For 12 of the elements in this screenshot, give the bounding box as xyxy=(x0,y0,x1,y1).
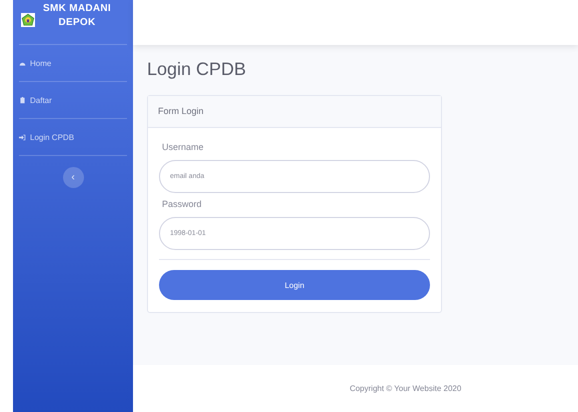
sidebar-toggle-button[interactable]: ‹ xyxy=(62,167,84,188)
field-label: Password xyxy=(162,199,203,209)
nav-item[interactable]: Daftar xyxy=(19,82,127,118)
copyright-text: Copyright © Your Website 2020 xyxy=(350,384,462,393)
card-header: Form Login xyxy=(148,96,441,128)
nav-item[interactable]: Login CPDB xyxy=(19,119,127,155)
login-button[interactable]: Login xyxy=(159,270,430,300)
nav-item[interactable]: Home xyxy=(19,45,127,81)
sign-in-icon xyxy=(19,134,26,140)
brand-name: SMK MADANI DEPOK xyxy=(43,2,111,30)
field-label: Username xyxy=(162,142,205,152)
page-title: Login CPDB xyxy=(147,59,248,80)
